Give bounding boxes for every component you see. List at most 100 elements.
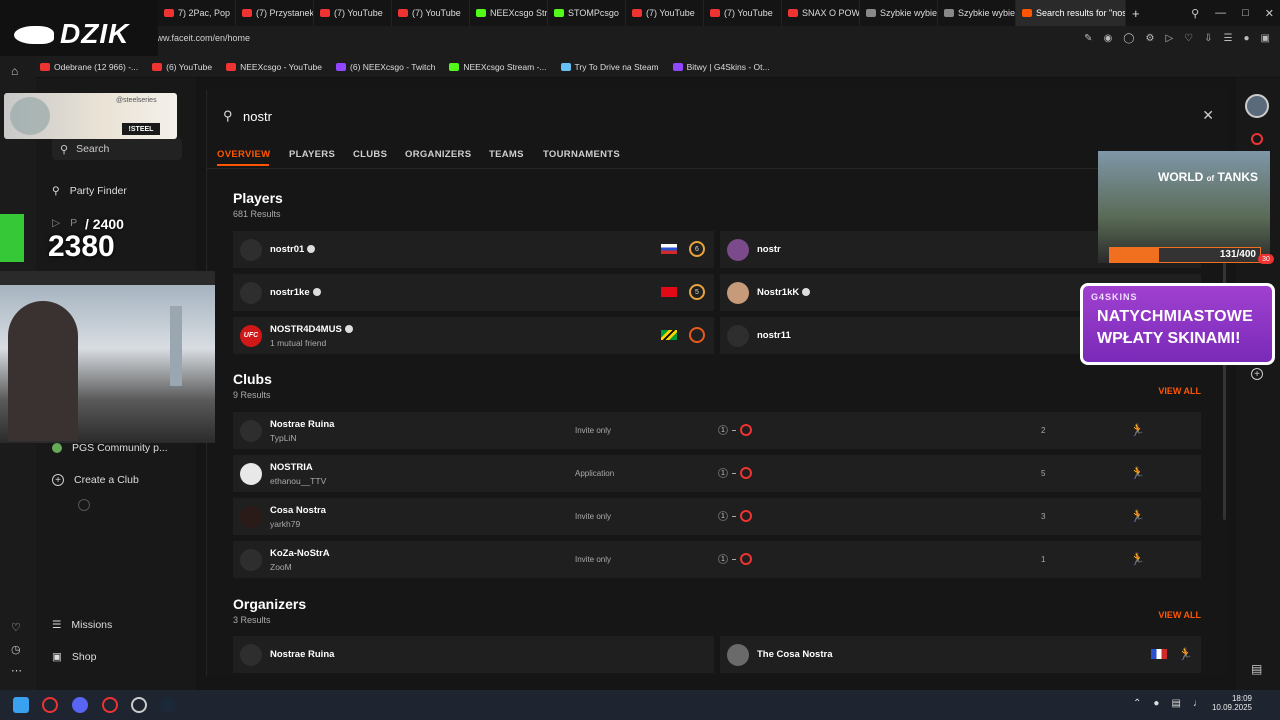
browser-tab[interactable]: NEEXcsgo Stream	[470, 0, 548, 26]
tab-list: 7) 2Pac, Pop (7) Przystanek Lo (7) YouTube…	[158, 0, 1126, 26]
player-card[interactable]: nostr01 6	[233, 231, 714, 268]
steam-icon[interactable]	[160, 697, 176, 713]
shield-icon[interactable]: ◯	[1123, 33, 1134, 44]
club-owner: ethanou__TTV	[270, 475, 327, 486]
bookmark-item[interactable]: NEEXcsgo - YouTube	[226, 62, 322, 72]
community-icon	[52, 443, 62, 453]
tab-clubs[interactable]: CLUBS	[353, 149, 387, 160]
maximize-icon[interactable]: □	[1242, 7, 1249, 19]
player-card[interactable]: UFC NOSTR4D4MUS 1 mutual friend	[233, 317, 714, 354]
mic-icon[interactable]: ●	[1153, 698, 1159, 709]
profile-icon[interactable]: ●	[1244, 33, 1250, 44]
cs2-game-icon: 🏃	[1130, 509, 1145, 523]
sidebar-item-shop[interactable]: ▣ Shop	[52, 651, 96, 663]
club-level-range: 1	[718, 553, 752, 565]
search-input[interactable]: nostr	[243, 109, 272, 124]
club-row[interactable]: NOSTRIA ethanou__TTV Application 1 5 🏃	[233, 455, 1201, 492]
heart-icon[interactable]: ♡	[11, 621, 21, 634]
browser-tab-bar: 7) 2Pac, Pop (7) Przystanek Lo (7) YouTube…	[0, 0, 1280, 26]
settings-icon[interactable]	[131, 697, 147, 713]
box-icon[interactable]: ▣	[1261, 33, 1270, 44]
opera-gx-icon[interactable]	[102, 697, 118, 713]
browser-tab-label: Szybkie wybiera	[958, 8, 1016, 18]
discord-icon[interactable]	[72, 697, 88, 713]
bookmark-item[interactable]: (6) YouTube	[152, 62, 212, 72]
browser-tab[interactable]: (7) YouTube	[314, 0, 392, 26]
notification-icon[interactable]	[1251, 133, 1263, 145]
bookmark-label: Try To Drive na Steam	[574, 61, 659, 72]
edit-icon[interactable]: ✎	[1084, 33, 1092, 44]
tab-players[interactable]: PLAYERS	[289, 149, 335, 160]
network-icon[interactable]: ▤	[1171, 698, 1180, 709]
avatar[interactable]	[1245, 94, 1269, 118]
bookmark-item[interactable]: Odebrane (12 966) -...	[40, 62, 138, 72]
close-window-icon[interactable]: ✕	[1265, 7, 1274, 20]
browser-tab[interactable]: (7) YouTube	[392, 0, 470, 26]
search-tabs-icon[interactable]: ⚲	[1191, 7, 1199, 20]
club-row[interactable]: KoZa-NoStrA ZooM Invite only 1 1 🏃	[233, 541, 1201, 578]
bookmark-item[interactable]: Bitwy | G4Skins - Ot...	[672, 62, 770, 72]
menu-icon[interactable]: ☰	[1224, 33, 1233, 44]
tab-teams[interactable]: TEAMS	[489, 149, 524, 160]
history-icon[interactable]: ◷	[11, 643, 21, 656]
extension-icon[interactable]: ⚙	[1146, 33, 1155, 44]
bookmark-item[interactable]: Try To Drive na Steam	[560, 61, 659, 72]
browser-tab-label: SNAX O POWRO	[802, 8, 860, 18]
tab-overview[interactable]: OVERVIEW	[217, 149, 270, 160]
new-tab-button[interactable]: +	[1126, 0, 1146, 26]
browser-tab[interactable]: (7) YouTube	[626, 0, 704, 26]
tab-organizers[interactable]: ORGANIZERS	[405, 149, 471, 160]
browser-tab[interactable]: (7) Przystanek Lo	[236, 0, 314, 26]
sidebar-item-create-club[interactable]: + Create a Club	[52, 474, 139, 486]
verified-icon	[802, 288, 811, 297]
browser-tab[interactable]: Szybkie wybieran	[860, 0, 938, 26]
verified-icon	[312, 288, 321, 297]
sidebar-item-play[interactable]: ▷ P	[52, 217, 77, 229]
browser-tab-label: NEEXcsgo Stream	[490, 8, 548, 18]
shop-icon: ▣	[52, 651, 62, 663]
player-name: nostr1ke	[270, 287, 321, 298]
chat-icon[interactable]: ▤	[1251, 662, 1262, 676]
browser-tab[interactable]: Search results for "nostr"	[1016, 0, 1126, 26]
country-flag	[661, 287, 677, 297]
club-row[interactable]: Cosa Nostra yarkh79 Invite only 1 3 🏃	[233, 498, 1201, 535]
bookmark-item[interactable]: (6) NEEXcsgo - Twitch	[336, 62, 435, 72]
windows-start-icon[interactable]	[13, 697, 29, 713]
download-icon[interactable]: ⇩	[1204, 33, 1212, 44]
browser-tab[interactable]: 7) 2Pac, Pop	[158, 0, 236, 26]
loading-spinner-icon	[78, 499, 90, 511]
add-friend-icon[interactable]: +	[1251, 368, 1263, 380]
browser-tab[interactable]: (7) YouTube	[704, 0, 782, 26]
camera-icon[interactable]: ◉	[1104, 33, 1113, 44]
browser-tab-label: Search results for "nostr"	[1036, 8, 1126, 18]
sidebar-item-party-finder[interactable]: ⚲ Party Finder	[52, 185, 127, 197]
sidebar-search[interactable]: ⚲ Search	[52, 138, 182, 160]
minimize-icon[interactable]: —	[1215, 7, 1226, 19]
browser-tab[interactable]: Szybkie wybiera	[938, 0, 1016, 26]
active-tab-indicator	[217, 164, 269, 166]
close-icon[interactable]: ✕	[1202, 107, 1214, 124]
heart-icon[interactable]: ♡	[1184, 33, 1193, 44]
tab-tournaments[interactable]: TOURNAMENTS	[543, 149, 620, 160]
volume-icon[interactable]: ♩	[1193, 698, 1203, 709]
organizer-card[interactable]: The Cosa Nostra 🏃	[720, 636, 1201, 673]
more-icon[interactable]: ⋯	[11, 664, 22, 677]
opera-icon[interactable]	[42, 697, 58, 713]
club-row[interactable]: Nostrae Ruina TypLiN Invite only 1 2 🏃	[233, 412, 1201, 449]
sidebar-item-missions[interactable]: ☰ Missions	[52, 619, 112, 631]
organizers-view-all-link[interactable]: VIEW ALL	[1158, 610, 1201, 620]
bookmark-favicon-icon	[336, 62, 347, 71]
player-card[interactable]: nostr1ke 5	[233, 274, 714, 311]
browser-tab[interactable]: SNAX O POWRO	[782, 0, 860, 26]
organizer-card[interactable]: Nostrae Ruina	[233, 636, 714, 673]
url-field[interactable]: www.faceit.com/en/home	[150, 33, 250, 43]
browser-tab[interactable]: STOMPcsgo	[548, 0, 626, 26]
chevron-up-icon[interactable]: ⌃	[1133, 698, 1141, 709]
player-name: Nostr1kK	[757, 287, 811, 298]
clubs-view-all-link[interactable]: VIEW ALL	[1158, 386, 1201, 396]
home-icon[interactable]: ⌂	[11, 64, 18, 78]
sidebar-item-community[interactable]: PGS Community p...	[52, 442, 168, 454]
play-icon[interactable]: ▷	[1165, 33, 1173, 44]
organizer-name: Nostrae Ruina	[270, 649, 335, 660]
bookmark-item[interactable]: NEEXcsgo Stream -...	[449, 62, 547, 72]
